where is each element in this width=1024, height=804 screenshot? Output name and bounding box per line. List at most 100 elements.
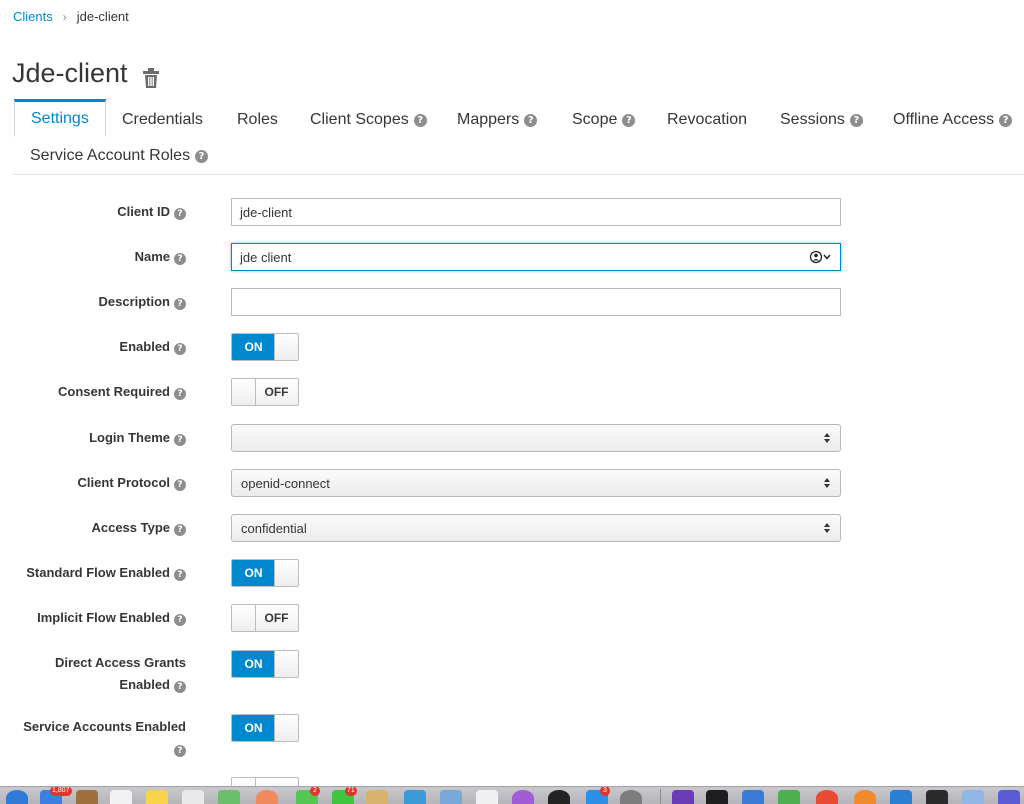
form-row-description: Description? — [0, 288, 1024, 316]
breadcrumb-clients-link[interactable]: Clients — [13, 9, 53, 24]
name-label: Name? — [135, 249, 186, 265]
tab-scope[interactable]: Scope ? — [572, 101, 636, 139]
direct-access-grants-label: Direct Access Grants Enabled? — [55, 652, 186, 696]
music-icon[interactable] — [476, 790, 498, 804]
numbers-icon[interactable] — [404, 790, 426, 804]
tab-settings[interactable]: Settings — [14, 99, 106, 137]
maps-icon[interactable] — [218, 790, 240, 804]
label-text: Client ID — [117, 204, 170, 219]
trash-icon[interactable] — [142, 64, 160, 88]
system-preferences-icon[interactable] — [620, 790, 642, 804]
tab-label: Mappers — [457, 111, 520, 128]
consent-required-toggle[interactable]: OFF — [231, 378, 299, 406]
help-icon[interactable]: ? — [174, 524, 186, 536]
tab-credentials[interactable]: Credentials — [122, 101, 203, 139]
tab-label: Settings — [31, 110, 89, 127]
client-id-input[interactable]: jde-client — [231, 198, 841, 226]
tab-service-account-roles[interactable]: Service Account Roles ? — [30, 137, 209, 175]
terminal-icon[interactable] — [706, 790, 728, 804]
login-theme-label: Login Theme? — [89, 430, 186, 446]
tab-bar: Settings Credentials Roles Client Scopes… — [12, 99, 1024, 175]
tab-mappers[interactable]: Mappers ? — [457, 101, 538, 139]
help-icon[interactable]: ? — [413, 113, 427, 127]
description-label: Description? — [98, 294, 186, 310]
field-value: jde client — [240, 249, 292, 265]
access-type-select[interactable]: confidential — [231, 514, 841, 542]
label-text: Login Theme — [89, 430, 170, 445]
toggle-off-label: OFF — [264, 385, 289, 399]
notes-icon[interactable] — [146, 790, 168, 804]
chrome-icon[interactable] — [816, 790, 838, 804]
toggle-on-label: ON — [232, 334, 275, 360]
help-icon[interactable]: ? — [174, 208, 186, 220]
calendar-icon[interactable] — [110, 790, 132, 804]
form-row-consent-required: Consent Required? OFF — [0, 378, 1024, 406]
reminders-icon[interactable] — [182, 790, 204, 804]
postman-icon[interactable] — [854, 790, 876, 804]
toggle-knob — [232, 379, 256, 405]
help-icon[interactable]: ? — [174, 434, 186, 446]
standard-flow-toggle[interactable]: ON — [231, 559, 299, 587]
finder-icon[interactable] — [6, 790, 28, 804]
form-row-client-protocol: Client Protocol? openid-connect — [0, 469, 1024, 497]
description-input[interactable] — [231, 288, 841, 316]
help-icon[interactable]: ? — [174, 343, 186, 355]
help-icon[interactable]: ? — [849, 113, 863, 127]
form-row-login-theme: Login Theme? — [0, 424, 1024, 452]
name-input[interactable]: jde client — [231, 243, 841, 271]
keynote-icon[interactable] — [440, 790, 462, 804]
tv-icon[interactable] — [548, 790, 570, 804]
help-icon[interactable]: ? — [174, 745, 186, 757]
label-text: Name — [134, 249, 170, 264]
tab-label: Revocation — [667, 111, 748, 128]
help-icon[interactable]: ? — [174, 614, 186, 626]
service-accounts-toggle[interactable]: ON — [231, 714, 299, 742]
tab-revocation[interactable]: Revocation — [667, 101, 747, 139]
help-icon[interactable]: ? — [174, 569, 186, 581]
standard-flow-label: Standard Flow Enabled? — [26, 565, 186, 581]
label-text: Implicit Flow Enabled — [37, 610, 170, 625]
implicit-flow-toggle[interactable]: OFF — [231, 604, 299, 632]
tab-offline-access[interactable]: Offline Access ? — [893, 101, 1013, 139]
login-theme-select[interactable] — [231, 424, 841, 452]
tab-sessions[interactable]: Sessions ? — [780, 101, 863, 139]
help-icon[interactable]: ? — [622, 113, 636, 127]
preview-icon[interactable] — [742, 790, 764, 804]
client-protocol-select[interactable]: openid-connect — [231, 469, 841, 497]
podcasts-icon[interactable] — [512, 790, 534, 804]
autofill-person-icon[interactable] — [810, 250, 832, 264]
teams-icon[interactable] — [998, 790, 1020, 804]
folder-icon[interactable] — [962, 790, 984, 804]
breadcrumb-separator: › — [62, 9, 67, 24]
label-text: Consent Required — [58, 384, 170, 399]
help-icon[interactable]: ? — [174, 298, 186, 310]
messages-badge: 2 — [310, 787, 320, 796]
tab-roles[interactable]: Roles — [237, 101, 278, 139]
help-icon[interactable]: ? — [174, 388, 186, 400]
help-icon[interactable]: ? — [174, 681, 186, 693]
direct-access-grants-toggle[interactable]: ON — [231, 650, 299, 678]
help-icon[interactable]: ? — [174, 479, 186, 491]
enabled-toggle[interactable]: ON — [231, 333, 299, 361]
help-icon[interactable]: ? — [195, 149, 209, 163]
help-icon[interactable]: ? — [524, 113, 538, 127]
contacts-icon[interactable] — [76, 790, 98, 804]
toggle-on-label: ON — [232, 715, 275, 741]
sourcetree-icon[interactable] — [778, 790, 800, 804]
service-accounts-label: Service Accounts Enabled ? — [23, 716, 186, 760]
form-row-service-accounts: Service Accounts Enabled ? ON — [0, 714, 1024, 760]
pages-icon[interactable] — [366, 790, 388, 804]
form-row-client-id: Client ID? jde-client — [0, 198, 1024, 226]
implicit-flow-label: Implicit Flow Enabled? — [37, 610, 186, 626]
help-icon[interactable]: ? — [999, 113, 1013, 127]
label-text: Description — [98, 294, 170, 309]
toggle-knob — [274, 715, 298, 741]
client-protocol-label: Client Protocol? — [78, 475, 186, 491]
help-icon[interactable]: ? — [174, 253, 186, 265]
tab-client-scopes[interactable]: Client Scopes ? — [310, 101, 427, 139]
activity-monitor-icon[interactable] — [926, 790, 948, 804]
photos-icon[interactable] — [256, 790, 278, 804]
vscode-icon[interactable] — [890, 790, 912, 804]
breadcrumb: Clients › jde-client — [13, 9, 129, 24]
visual-studio-icon[interactable] — [672, 790, 694, 804]
